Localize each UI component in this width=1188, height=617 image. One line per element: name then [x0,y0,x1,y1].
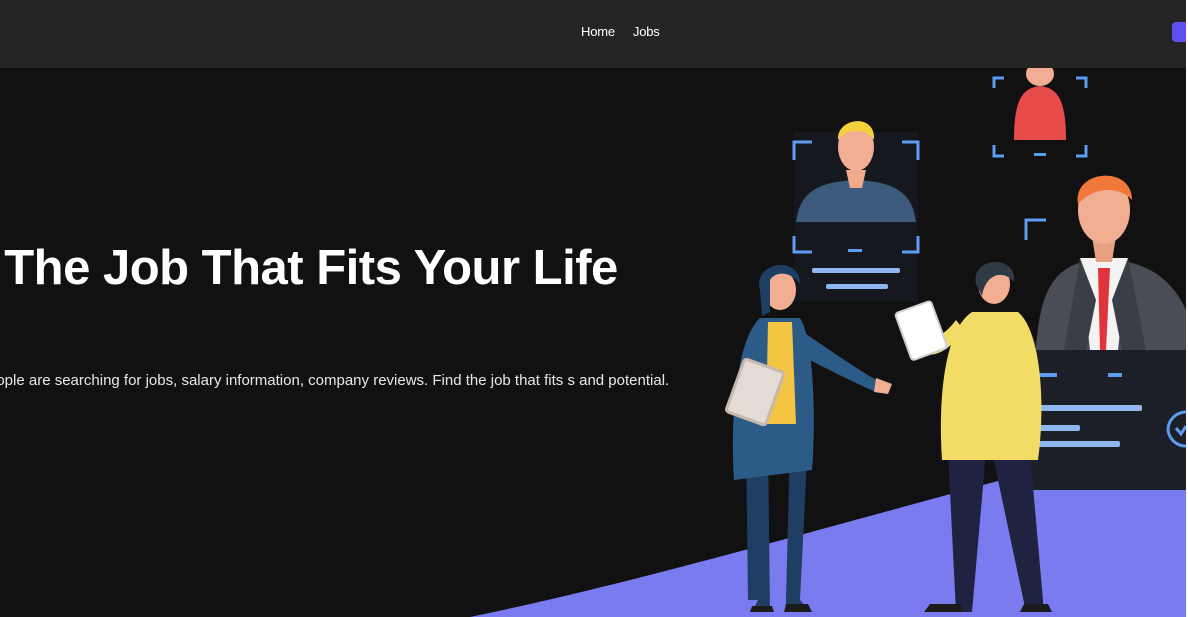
recruitment-illustration [470,60,1186,617]
nav-link-jobs[interactable]: Jobs [633,24,660,39]
page-frame: Home Jobs l The Job That Fits Your Life … [0,0,1186,617]
candidate-card-1 [792,121,920,302]
top-navbar: Home Jobs [0,0,1186,68]
nav-links: Home Jobs [581,24,660,39]
nav-link-home[interactable]: Home [581,24,615,39]
candidate-card-3 [1024,175,1186,350]
candidate-card-2 [992,60,1088,158]
hero-description: eople are searching for jobs, salary inf… [0,372,670,389]
nav-action-button[interactable] [1172,22,1186,42]
hero-title: l The Job That Fits Your Life [0,241,618,295]
